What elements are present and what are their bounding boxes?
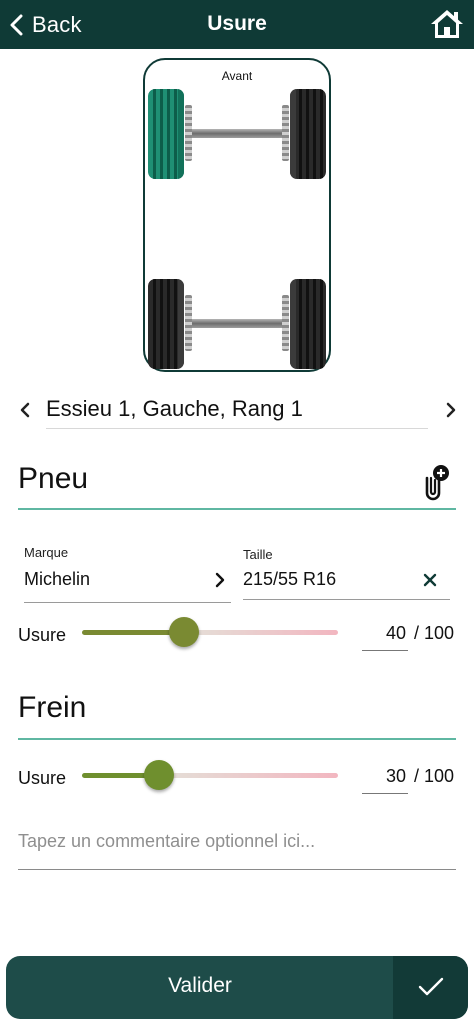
tire-rear-right[interactable] <box>290 279 326 369</box>
rear-axle <box>189 319 289 328</box>
tire-wear-slider-track[interactable] <box>82 630 338 635</box>
validate-check-area[interactable] <box>393 956 468 1019</box>
header-bar: Back Usure <box>0 0 474 49</box>
tire-wear-slider-thumb[interactable] <box>169 617 200 647</box>
tire-wear-max: / 100 <box>414 623 455 643</box>
tire-brand-underline <box>24 602 231 603</box>
vehicle-chassis-diagram: Avant <box>143 58 331 372</box>
tire-tread-icon <box>290 89 326 179</box>
wheel-position-label: Essieu 1, Gauche, Rang 1 <box>46 396 428 429</box>
tire-front-right[interactable] <box>290 89 326 179</box>
check-icon <box>418 977 444 996</box>
previous-position-button[interactable] <box>16 399 34 421</box>
tire-brand-label: Marque <box>24 545 69 560</box>
brake-wear-slider-track[interactable] <box>82 773 338 778</box>
attachment-add-icon[interactable] <box>418 464 450 502</box>
tire-wear-input-underline <box>362 650 408 651</box>
tire-size-label: Taille <box>243 547 273 562</box>
home-icon[interactable] <box>430 8 464 40</box>
page-title: Usure <box>207 12 267 35</box>
brake-wear-input[interactable]: 30 <box>362 766 406 787</box>
brake-wear-max: / 100 <box>414 766 455 786</box>
tire-tread-icon <box>148 89 184 179</box>
tire-tread-icon <box>290 279 326 369</box>
chassis-front-label: Avant <box>221 69 253 83</box>
tire-front-left[interactable] <box>148 89 184 179</box>
brake-disc-front-right <box>282 105 289 161</box>
brake-disc-front-left <box>185 105 192 161</box>
close-icon[interactable] <box>422 572 438 588</box>
brake-disc-rear-right <box>282 295 289 351</box>
brake-wear-slider-thumb[interactable] <box>143 760 174 790</box>
validate-label: Valider <box>168 974 232 997</box>
tire-size-underline <box>243 599 450 600</box>
next-position-button[interactable] <box>442 399 460 421</box>
validate-button[interactable]: Valider <box>6 956 468 1019</box>
tire-brand-field[interactable]: Michelin <box>24 569 90 590</box>
tire-wear-input[interactable]: 40 <box>362 623 406 644</box>
brake-disc-rear-left <box>185 295 192 351</box>
tire-rear-left[interactable] <box>148 279 184 369</box>
brake-wear-label: Usure <box>18 768 67 788</box>
brake-wear-input-underline <box>362 793 408 794</box>
tire-size-field[interactable]: 215/55 R16 <box>243 569 336 590</box>
tire-wear-label: Usure <box>18 625 67 645</box>
tire-tread-icon <box>148 279 184 369</box>
comment-input[interactable] <box>18 813 456 870</box>
brake-section-title: Frein <box>18 691 456 740</box>
front-axle <box>189 129 289 138</box>
tire-section-title: Pneu <box>18 462 456 510</box>
chevron-right-icon[interactable] <box>213 571 227 589</box>
